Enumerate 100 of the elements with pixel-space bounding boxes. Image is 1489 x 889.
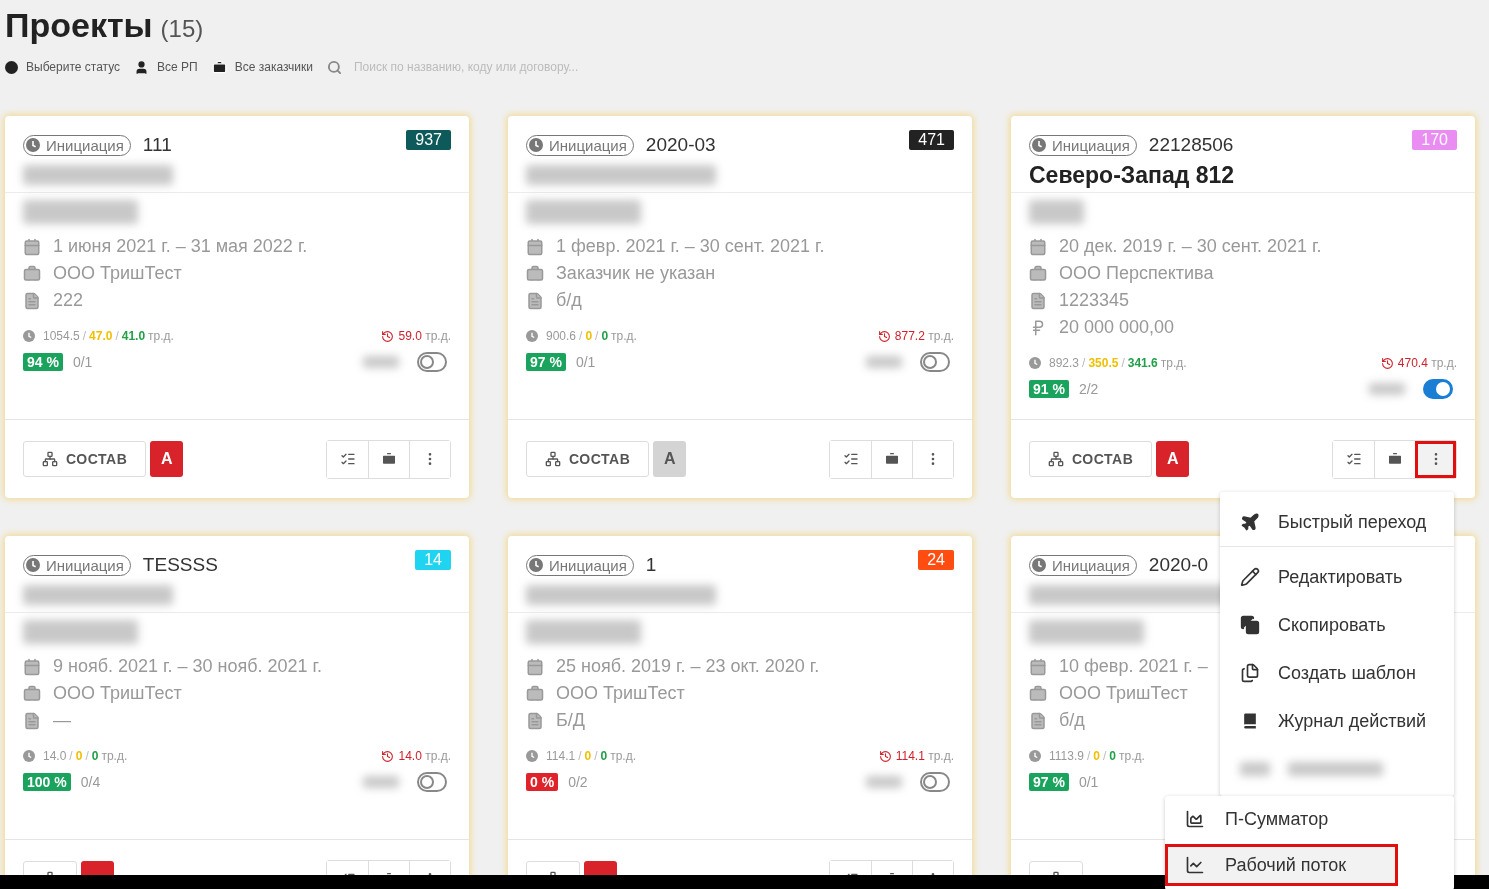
overdue-value: 114.1 тр.д.	[895, 749, 954, 763]
percent-badge: 0 %	[526, 773, 559, 791]
clock-icon	[26, 138, 40, 152]
clock-icon	[526, 330, 538, 342]
clock-icon	[23, 750, 35, 762]
info-text: 222	[53, 290, 84, 311]
menu-item[interactable]: Создать шаблон	[1220, 649, 1454, 697]
hierarchy-icon	[1048, 451, 1064, 467]
percent-badge: 97 %	[1029, 773, 1069, 791]
blurred-label	[363, 776, 399, 788]
briefcase-icon	[1029, 264, 1047, 283]
overdue-value: 470.4 тр.д.	[1397, 356, 1457, 370]
checklist-icon	[842, 451, 859, 467]
document-icon	[526, 711, 544, 730]
blurred-label	[866, 356, 902, 368]
compose-button[interactable]: СОСТАВ	[1029, 441, 1153, 477]
history-icon	[878, 749, 892, 763]
info-text: 20 000 000,00	[1059, 317, 1175, 338]
toggle-switch[interactable]	[1423, 379, 1453, 399]
compose-button[interactable]: СОСТАВ	[23, 441, 147, 477]
copy-icon	[1240, 615, 1260, 635]
menu-item[interactable]: Скопировать	[1220, 601, 1454, 649]
info-text: 25 нояб. 2019 г. – 23 окт. 2020 г.	[556, 656, 820, 677]
work-stats: 114.1 / 0 / 0 тр.д.	[546, 749, 637, 763]
menu-item[interactable]: Рабочий поток	[1165, 844, 1398, 886]
filter-button[interactable]: Все заказчики	[211, 59, 313, 75]
calendar-icon	[23, 657, 41, 676]
info-text: б/д	[1059, 710, 1085, 731]
a-button[interactable]: А	[653, 441, 687, 477]
info-text: Заказчик не указан	[556, 263, 716, 284]
task-count: 0/4	[80, 774, 101, 790]
toggle-switch[interactable]	[417, 352, 447, 372]
info-text: 1223345	[1059, 290, 1130, 311]
project-code: 1	[645, 554, 657, 576]
hierarchy-icon	[42, 451, 58, 467]
clock-icon	[529, 558, 543, 572]
briefcase-icon	[884, 451, 900, 467]
history-icon	[877, 329, 891, 343]
a-button[interactable]: А	[1156, 441, 1190, 477]
clock-icon	[1029, 750, 1041, 762]
briefcase-icon	[23, 684, 41, 703]
line-chart-icon	[1185, 855, 1205, 875]
overdue-value: 877.2 тр.д.	[894, 329, 954, 343]
calendar-icon	[526, 237, 544, 256]
briefcase-icon	[1029, 684, 1047, 703]
user-icon	[134, 59, 150, 75]
info-text: ООО ТришТест	[556, 683, 685, 704]
compose-button[interactable]: СОСТАВ	[526, 441, 650, 477]
count-badge: 937	[406, 130, 451, 150]
toggle-switch[interactable]	[920, 772, 950, 792]
overdue-value: 59.0 тр.д.	[398, 329, 451, 343]
count-badge: 170	[1412, 130, 1457, 150]
briefcase-icon	[526, 684, 544, 703]
briefcase-icon	[23, 264, 41, 283]
filter-button[interactable]: Выберите статус	[5, 60, 121, 74]
document-icon	[23, 711, 41, 730]
task-count: 0/1	[1078, 774, 1099, 790]
history-icon	[381, 329, 395, 343]
history-icon	[381, 749, 395, 763]
project-code: 22128506	[1148, 134, 1234, 156]
menu-item[interactable]: Редактировать	[1220, 553, 1454, 601]
work-stats: 892.3 / 350.5 / 341.6 тр.д.	[1049, 356, 1187, 370]
task-count: 0/2	[568, 774, 588, 790]
briefcase-icon	[1387, 451, 1403, 467]
clock-icon	[1032, 558, 1046, 572]
document-icon	[526, 291, 544, 310]
percent-badge: 94 %	[23, 353, 63, 371]
info-text: 1 февр. 2021 г. – 30 сент. 2021 г.	[556, 236, 825, 257]
info-text: 1 июня 2021 г. – 31 мая 2022 г.	[53, 236, 308, 257]
menu-item[interactable]: Журнал действий	[1220, 697, 1454, 745]
calendar-icon	[23, 237, 41, 256]
toggle-switch[interactable]	[417, 772, 447, 792]
info-text: 9 нояб. 2021 г. – 30 нояб. 2021 г.	[53, 656, 322, 677]
percent-badge: 97 %	[526, 353, 566, 371]
hierarchy-icon	[545, 451, 561, 467]
clock-icon	[1032, 138, 1046, 152]
project-count: (15)	[160, 15, 204, 43]
blurred-label	[1369, 383, 1405, 395]
more-button[interactable]	[1415, 440, 1456, 478]
info-text: Б/Д	[556, 710, 585, 731]
task-count: 0/1	[575, 354, 596, 370]
percent-badge: 100 %	[23, 773, 71, 791]
clock-icon	[529, 138, 543, 152]
info-text: ООО ТришТест	[53, 683, 182, 704]
work-stats: 1113.9 / 0 / 0 тр.д.	[1049, 749, 1145, 763]
calendar-icon	[1029, 237, 1047, 256]
info-text: 20 дек. 2019 г. – 30 сент. 2021 г.	[1059, 236, 1322, 257]
pencil-icon	[1240, 567, 1260, 587]
count-badge: 24	[918, 550, 954, 570]
filter-button[interactable]: Все РП	[134, 59, 198, 75]
toggle-switch[interactable]	[920, 352, 950, 372]
overdue-value: 14.0 тр.д.	[398, 749, 451, 763]
dot-icon	[5, 60, 18, 74]
clock-icon	[26, 558, 40, 572]
info-text: ООО Перспектива	[1059, 263, 1214, 284]
a-button[interactable]: А	[150, 441, 184, 477]
blurred-label	[866, 776, 902, 788]
document-icon	[23, 291, 41, 310]
project-code: TESSSS	[142, 554, 218, 576]
blurred-icon	[1240, 762, 1270, 776]
